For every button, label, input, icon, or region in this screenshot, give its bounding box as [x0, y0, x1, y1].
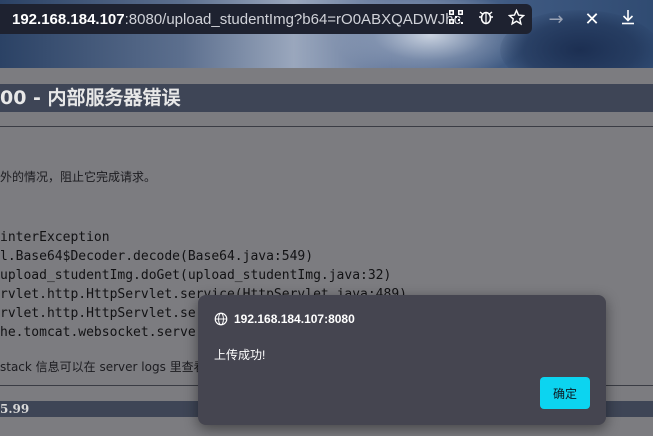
star-icon[interactable]	[506, 8, 526, 30]
browser-toolbar: 192.168.184.107:8080/upload_studentImg?b…	[0, 0, 653, 68]
trace-line: interException	[0, 230, 110, 245]
alert-dialog: 192.168.184.107:8080 上传成功! 确定	[198, 295, 606, 425]
page-title: 00 - 内部服务器错误	[0, 84, 653, 112]
trace-line: l.Base64$Decoder.decode(Base64.java:549)	[0, 249, 314, 264]
bug-icon[interactable]	[476, 9, 496, 29]
logs-note: stack 信息可以在 server logs 里查看	[0, 360, 206, 374]
ok-button[interactable]: 确定	[540, 377, 590, 409]
url-text[interactable]: 192.168.184.107:8080/upload_studentImg?b…	[0, 11, 461, 28]
address-bar[interactable]: 192.168.184.107:8080/upload_studentImg?b…	[0, 4, 532, 34]
dialog-origin: 192.168.184.107:8080	[234, 312, 355, 326]
error-description: 外的情况，阻止它完成请求。	[0, 170, 157, 184]
download-icon[interactable]	[610, 9, 646, 30]
dialog-message: 上传成功!	[214, 348, 266, 362]
globe-icon	[214, 312, 228, 326]
divider	[0, 126, 653, 127]
qr-code-icon[interactable]	[446, 9, 466, 29]
close-icon[interactable]: ✕	[574, 9, 610, 30]
forward-arrow-icon[interactable]: →	[538, 9, 574, 30]
trace-line: upload_studentImg.doGet(upload_studentIm…	[0, 268, 392, 283]
